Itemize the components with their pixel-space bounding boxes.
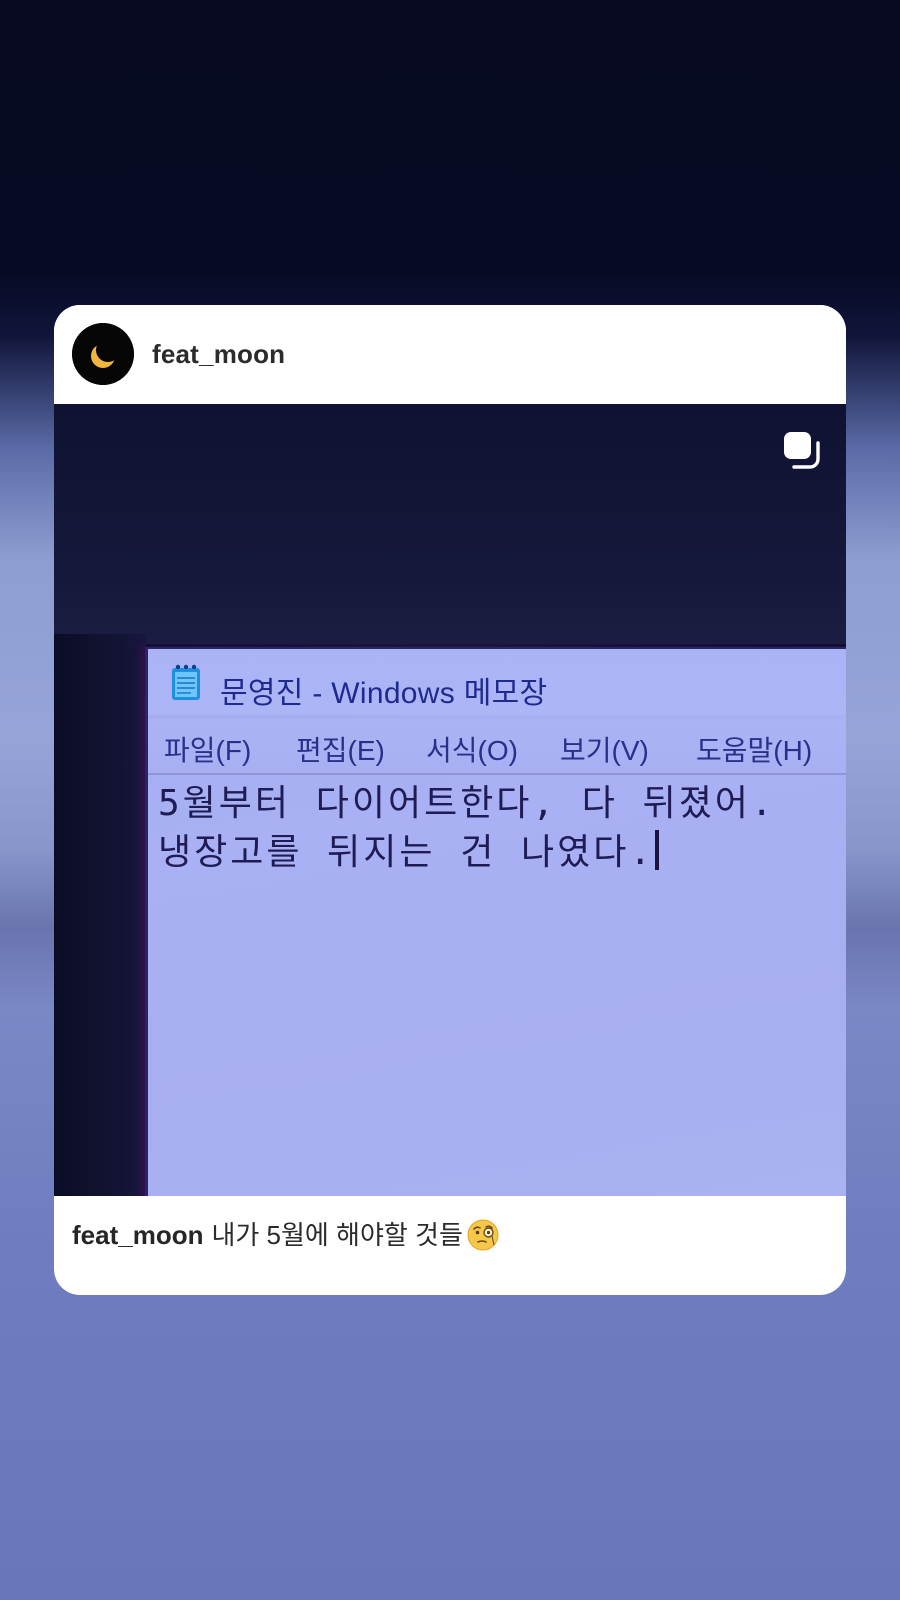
post-card: feat_moon 문영진 - Windows 메모장 파일(F) 편집(E) … (54, 305, 846, 1295)
carousel-icon (784, 432, 820, 469)
caption-username[interactable]: feat_moon (72, 1220, 203, 1250)
menu-view[interactable]: 보기(V) (560, 729, 649, 769)
notepad-window: 문영진 - Windows 메모장 파일(F) 편집(E) 서식(O) 보기(V… (145, 647, 846, 1196)
caption-text: 내가 5월에 해야할 것들 (211, 1220, 463, 1250)
face-with-monocle-icon (467, 1219, 499, 1251)
notepad-line: 냉장고를 뒤지는 건 나였다. (158, 832, 655, 873)
notepad-icon (172, 664, 200, 700)
photo-left-edge (54, 634, 146, 1196)
post-caption: feat_moon 내가 5월에 해야할 것들 (72, 1215, 499, 1252)
notepad-title: 문영진 - Windows 메모장 (220, 677, 548, 710)
notepad-titlebar: 문영진 - Windows 메모장 (148, 649, 846, 715)
post-header: feat_moon (54, 305, 846, 404)
text-cursor (655, 830, 660, 870)
menu-format[interactable]: 서식(O) (426, 729, 518, 769)
notepad-line-2: 냉장고를 뒤지는 건 나였다. (158, 828, 776, 877)
menu-file[interactable]: 파일(F) (164, 729, 251, 769)
notepad-text-area[interactable]: 5월부터 다이어트한다, 다 뒤졌어. 냉장고를 뒤지는 건 나였다. (158, 779, 776, 877)
menu-help[interactable]: 도움말(H) (696, 729, 812, 769)
notepad-line: 5월부터 다이어트한다, 다 뒤졌어. (158, 783, 776, 824)
avatar[interactable] (72, 323, 134, 385)
post-username[interactable]: feat_moon (152, 339, 285, 370)
photo-dark-area (54, 404, 846, 644)
notepad-menubar: 파일(F) 편집(E) 서식(O) 보기(V) 도움말(H) (148, 719, 846, 775)
crescent-moon-icon (72, 323, 134, 385)
post-photo[interactable]: 문영진 - Windows 메모장 파일(F) 편집(E) 서식(O) 보기(V… (54, 404, 846, 1196)
menu-edit[interactable]: 편집(E) (296, 729, 385, 769)
